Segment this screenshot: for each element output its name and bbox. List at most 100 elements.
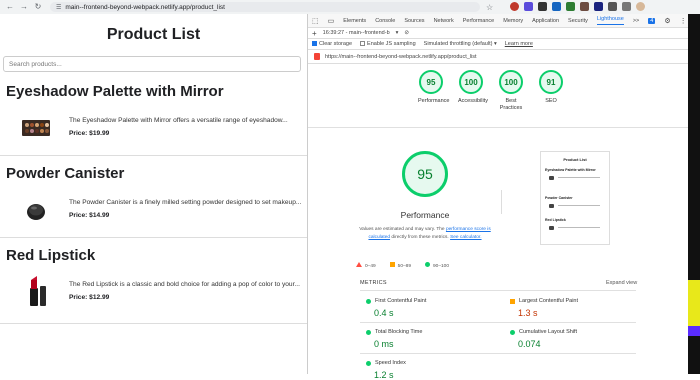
avatar[interactable] — [636, 2, 645, 11]
report-selector[interactable]: 16:39:27 - main--frontend-b — [323, 30, 390, 36]
score-gauges: 95 Performance 100 Accessibility 100 Bes… — [418, 70, 564, 112]
chevron-down-icon[interactable]: ▾ — [396, 30, 399, 36]
gauge-accessibility[interactable]: 100 Accessibility — [458, 70, 488, 112]
lighthouse-toolbar: + 16:39:27 - main--frontend-b ▾ ⊘ — [308, 28, 688, 39]
extension-icon[interactable] — [566, 2, 575, 11]
metric-fcp: First Contentful Paint 0.4 s — [366, 298, 506, 318]
lighthouse-options: Clear storage Enable JS sampling Simulat… — [308, 39, 688, 50]
site-info-icon[interactable]: ☰ — [56, 4, 61, 11]
browser-toolbar: ← → ↻ ☰ main--frontend-beyond-webpack.ne… — [0, 0, 700, 14]
circle-icon — [366, 329, 371, 335]
tab-application[interactable]: Application — [532, 18, 559, 24]
note-text: Values are estimated and may vary. The — [359, 227, 445, 232]
see-calculator-link[interactable]: See calculator. — [450, 235, 481, 240]
legend-label: 0–49 — [365, 264, 376, 269]
gauge-ring: 95 — [419, 70, 443, 94]
inspect-icon[interactable]: ⬚ — [312, 17, 319, 25]
desktop-edge-accent — [688, 280, 700, 326]
gauge-seo[interactable]: 91 SEO — [538, 70, 564, 112]
checkbox-checked-icon — [312, 41, 317, 47]
add-report-icon[interactable]: + — [312, 29, 317, 38]
thumbnail-image — [549, 226, 554, 230]
metric-value: 0 ms — [374, 339, 394, 349]
legend-poor: 0–49 — [356, 262, 376, 269]
legend-good: 90–100 — [425, 262, 449, 269]
metric-value: 1.3 s — [518, 308, 538, 318]
thumbnail-image — [549, 204, 554, 208]
js-sampling-checkbox[interactable]: Enable JS sampling — [360, 41, 416, 47]
search-input[interactable]: Search products... — [3, 56, 301, 72]
metric-lcp: Largest Contentful Paint 1.3 s — [510, 298, 650, 318]
metric-label: Total Blocking Time — [375, 329, 423, 335]
tab-security[interactable]: Security — [568, 18, 588, 24]
extension-icon[interactable] — [552, 2, 561, 11]
forward-icon[interactable]: → — [20, 3, 28, 11]
legend-label: 90–100 — [433, 264, 450, 269]
extension-icon[interactable] — [538, 2, 547, 11]
divider — [360, 290, 636, 291]
thumbnail-item: Eyeshadow Palette with Mirror — [545, 168, 596, 172]
learn-more-label: Learn more — [504, 41, 533, 47]
metric-label: Largest Contentful Paint — [519, 298, 579, 304]
square-icon — [389, 262, 395, 267]
reload-icon[interactable]: ↻ — [34, 3, 42, 11]
device-toggle-icon[interactable]: ▭ — [328, 17, 335, 25]
tab-lighthouse[interactable]: Lighthouse — [596, 16, 624, 25]
performance-note: Values are estimated and may vary. The p… — [358, 226, 492, 241]
square-icon — [510, 298, 515, 304]
clear-icon[interactable]: ⊘ — [404, 30, 409, 36]
js-sampling-label: Enable JS sampling — [367, 41, 416, 47]
page-screenshot-thumbnail[interactable]: Product List Eyeshadow Palette with Mirr… — [540, 151, 610, 245]
checkbox-unchecked-icon — [360, 41, 366, 47]
product-card: Red Lipstick The Red Lipstick is a class… — [0, 238, 307, 324]
divider — [308, 127, 688, 128]
product-description: The Powder Canister is a finely milled s… — [69, 199, 302, 206]
product-description: The Eyeshadow Palette with Mirror offers… — [69, 117, 288, 124]
thumbnail-line — [558, 177, 600, 178]
extension-icon[interactable] — [580, 2, 589, 11]
extension-icon[interactable] — [524, 2, 533, 11]
gauge-ring: 100 — [459, 70, 483, 94]
gear-icon[interactable]: ⚙ — [664, 17, 670, 25]
gauge-label: Accessibility — [458, 98, 488, 104]
throttling-select[interactable]: Simulated throttling (default) ▾ — [424, 41, 497, 47]
extensions-area — [510, 2, 645, 11]
eyeshadow-palette-image — [22, 120, 50, 136]
learn-more-link[interactable]: Learn more — [505, 41, 533, 47]
kebab-menu-icon[interactable]: ⋮ — [680, 17, 687, 25]
page-viewport: Product List Search products... Eyeshado… — [0, 14, 307, 374]
product-price: Price: $14.99 — [69, 212, 110, 219]
bookmark-star-icon[interactable]: ☆ — [486, 3, 493, 12]
gauge-label: Best Practices — [499, 98, 523, 112]
more-tabs-icon[interactable]: >> — [633, 18, 639, 24]
product-card: Powder Canister The Powder Canister is a… — [0, 156, 307, 238]
tab-console[interactable]: Console — [375, 18, 395, 24]
gauge-ring: 100 — [499, 70, 523, 94]
legend-average: 50–89 — [389, 262, 412, 269]
tab-network[interactable]: Network — [434, 18, 454, 24]
tab-sources[interactable]: Sources — [404, 18, 424, 24]
divider — [360, 322, 636, 323]
metric-cls: Cumulative Layout Shift 0.074 — [510, 329, 650, 349]
report-url[interactable]: https://main--frontend-beyond-webpack.ne… — [325, 54, 477, 60]
extension-icon[interactable] — [510, 2, 519, 11]
puzzle-icon[interactable] — [622, 2, 631, 11]
extension-icon[interactable] — [608, 2, 617, 11]
circle-icon — [366, 360, 371, 366]
clear-storage-checkbox[interactable]: Clear storage — [312, 41, 352, 47]
address-bar[interactable]: ☰ main--frontend-beyond-webpack.netlify.… — [50, 2, 480, 12]
metric-label: First Contentful Paint — [375, 298, 427, 304]
expand-view-button[interactable]: Expand view — [606, 280, 637, 286]
gauge-performance[interactable]: 95 Performance — [418, 70, 450, 112]
back-icon[interactable]: ← — [6, 3, 14, 11]
gauge-best-practices[interactable]: 100 Best Practices — [498, 70, 524, 112]
circle-icon — [366, 298, 371, 304]
thumbnail-item: Red Lipstick — [545, 218, 566, 222]
extension-icon[interactable] — [594, 2, 603, 11]
divider — [360, 353, 636, 354]
tab-performance[interactable]: Performance — [463, 18, 495, 24]
legend-label: 50–89 — [397, 264, 412, 269]
issues-badge[interactable]: 4 — [648, 17, 656, 24]
tab-elements[interactable]: Elements — [343, 18, 366, 24]
tab-memory[interactable]: Memory — [503, 18, 523, 24]
